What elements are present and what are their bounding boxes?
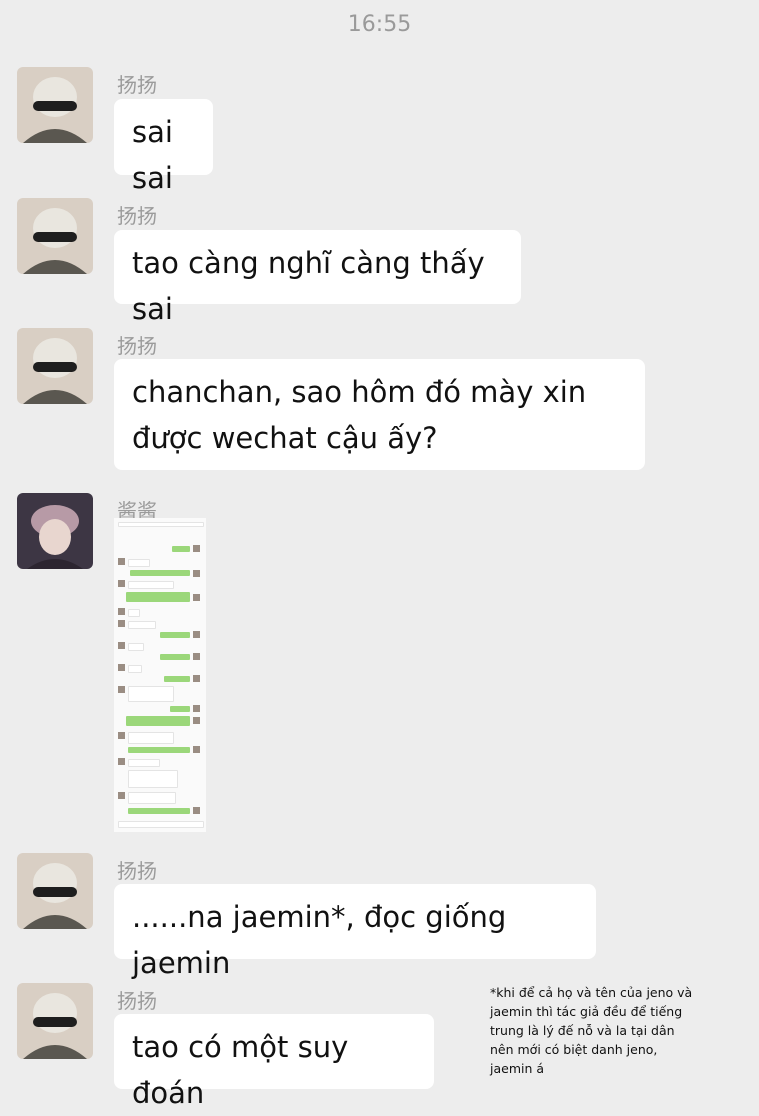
avatar[interactable] [17,198,93,274]
thumb-avatar [193,653,200,660]
thumb-avatar [193,594,200,601]
thumb-header [118,522,204,527]
thumb-avatar [193,705,200,712]
thumb-avatar [118,608,125,615]
message-bubble[interactable]: sai sai [114,99,213,195]
sender-name: 扬扬 [117,859,157,883]
thumb-bubble [126,592,190,602]
thumb-bubble [160,654,190,660]
thumb-bubble [128,621,156,629]
message-text: tao càng nghĩ càng thấy sai [132,246,485,326]
thumb-input-bar [118,821,204,828]
thumb-avatar [118,620,125,627]
thumb-avatar [118,558,125,565]
thumb-avatar [193,570,200,577]
thumb-avatar [193,717,200,724]
thumb-avatar [193,746,200,753]
thumb-bubble [128,559,150,567]
thumb-card [128,770,178,788]
message-bubble[interactable]: tao có một suy đoán [114,1014,434,1110]
message-text: chanchan, sao hôm đó mày xin được wechat… [132,375,587,455]
thumb-bubble [128,808,190,814]
thumb-bubble [126,716,190,726]
thumb-bubble [164,676,190,682]
avatar[interactable] [17,67,93,143]
message-text: sai sai [132,115,173,195]
thumb-avatar [193,807,200,814]
thumb-avatar [118,758,125,765]
thumb-avatar [193,675,200,682]
message-bubble[interactable]: tao càng nghĩ càng thấy sai [114,230,521,326]
thumb-bubble [128,792,176,804]
avatar[interactable] [17,853,93,929]
thumb-bubble [128,581,174,589]
avatar[interactable] [17,328,93,404]
thumb-bubble [130,570,190,576]
avatar[interactable] [17,493,93,569]
thumb-avatar [193,631,200,638]
thumb-avatar [118,664,125,671]
thumb-bubble [128,609,140,617]
thumb-avatar [193,545,200,552]
timestamp: 16:55 [347,12,412,37]
thumb-bubble [128,686,174,702]
thumb-bubble [128,643,144,651]
thumb-bubble [128,732,174,744]
thumb-avatar [118,686,125,693]
footnote: *khi để cả họ và tên của jeno và jaemin … [490,985,693,1076]
thumb-avatar [118,642,125,649]
thumb-bubble [128,665,142,673]
sender-name: 扬扬 [117,73,157,97]
sender-name: 扬扬 [117,989,157,1013]
screenshot-image[interactable] [114,518,206,832]
message-text: ......na jaemin*, đọc giống jaemin [132,900,507,980]
thumb-bubble [170,706,190,712]
thumb-avatar [118,580,125,587]
message-bubble[interactable]: chanchan, sao hôm đó mày xin được wechat… [114,359,645,470]
avatar[interactable] [17,983,93,1059]
thumb-bubble [172,546,190,552]
thumb-avatar [118,732,125,739]
sender-name: 扬扬 [117,334,157,358]
sender-name: 扬扬 [117,204,157,228]
message-bubble[interactable]: ......na jaemin*, đọc giống jaemin [114,884,596,980]
thumb-bubble [128,747,190,753]
message-text: tao có một suy đoán [132,1030,349,1110]
thumb-bubble [160,632,190,638]
thumb-avatar [118,792,125,799]
thumb-bubble [128,759,160,767]
